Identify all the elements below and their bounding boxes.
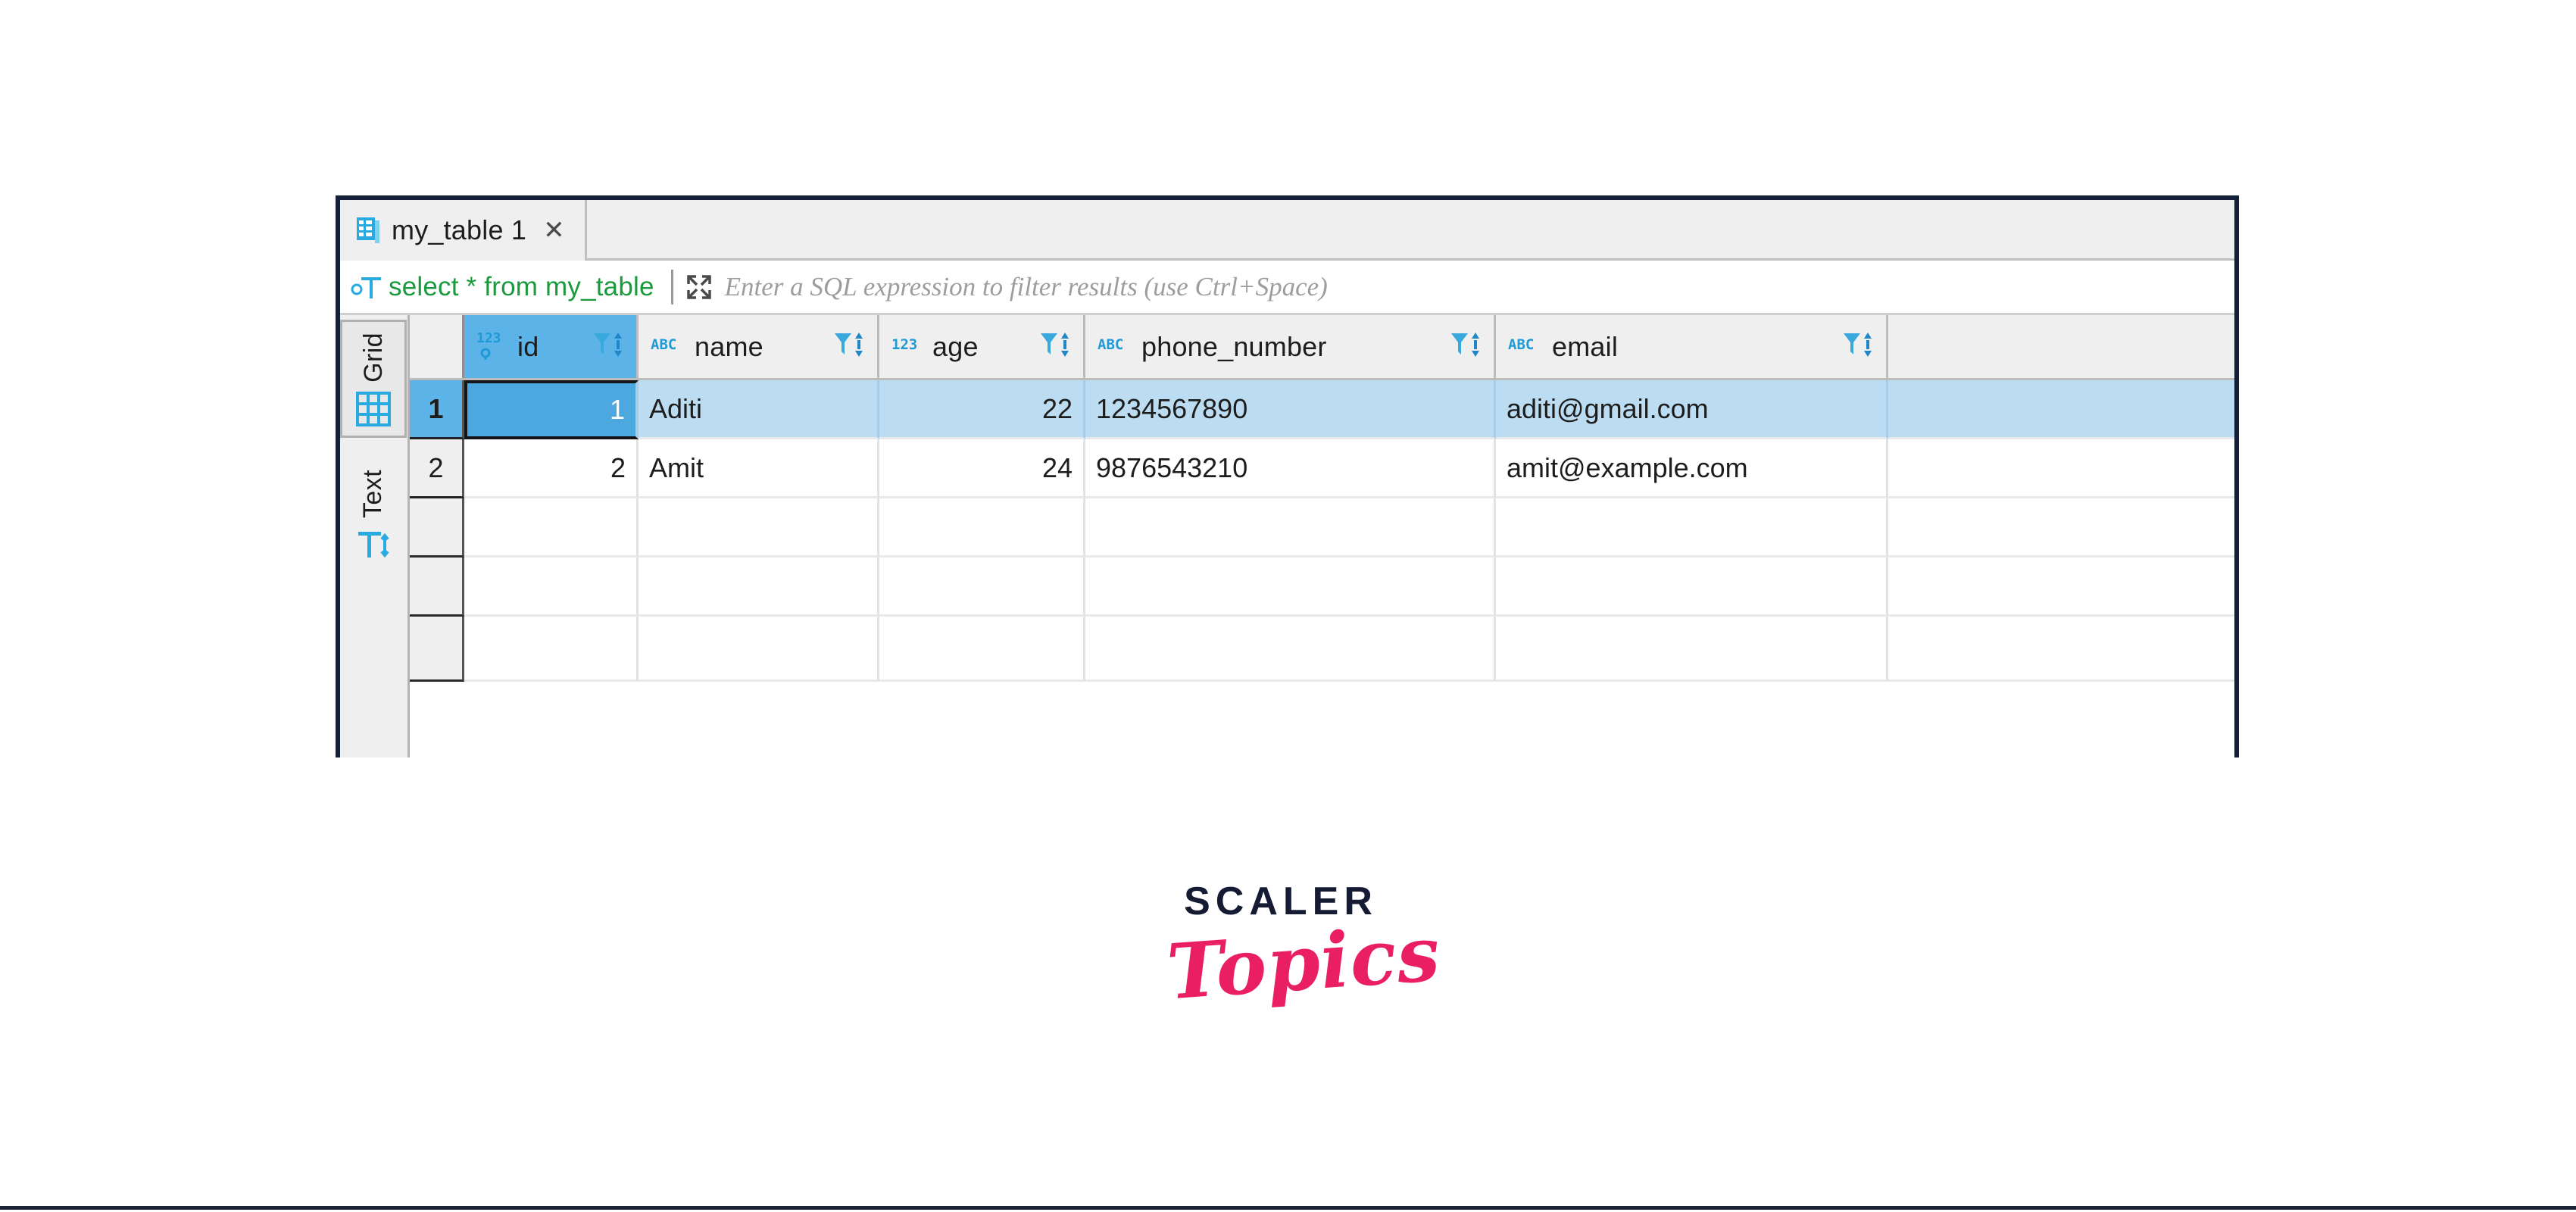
cell-age[interactable]: 24: [879, 439, 1085, 498]
filter-sort-icon[interactable]: [1842, 330, 1875, 364]
cell-empty: [639, 558, 879, 617]
cell-empty: [1085, 498, 1496, 558]
table-row[interactable]: 1 1 Aditi 22 1234567890 aditi@gmail.com: [410, 380, 2234, 439]
page-root: my_table 1 ✕ select * from my_table Ente…: [0, 0, 2576, 1212]
row-number-empty: [410, 558, 464, 617]
123-icon: 123: [891, 336, 925, 358]
column-header-label: id: [517, 330, 539, 362]
abc-icon: ABC: [651, 336, 687, 358]
cell-empty: [879, 558, 1085, 617]
column-header-email[interactable]: ABC email: [1496, 315, 1888, 378]
editor-tab-strip: my_table 1 ✕: [340, 200, 2234, 261]
tab-my-table-1[interactable]: my_table 1 ✕: [340, 200, 587, 261]
svg-text:ABC: ABC: [1098, 336, 1123, 353]
filter-sort-icon[interactable]: [1450, 330, 1483, 364]
column-header-label: email: [1552, 330, 1619, 362]
filter-expression-input[interactable]: Enter a SQL expression to filter results…: [725, 272, 1328, 302]
presentation-tab-text-label: Text: [358, 469, 387, 518]
filter-query-text[interactable]: select * from my_table: [389, 272, 654, 302]
text-icon: [355, 527, 390, 562]
column-header-label: phone_number: [1141, 330, 1327, 362]
empty-row: [410, 558, 2234, 617]
cell-empty: [639, 498, 879, 558]
column-header-label: age: [932, 330, 979, 362]
presentation-tabs: Grid Text: [340, 315, 410, 758]
cell-age[interactable]: 22: [879, 380, 1085, 439]
grid-rows: 1 1 Aditi 22 1234567890 aditi@gmail.com 2 2 Amit…: [410, 380, 2234, 682]
cell-empty: [1085, 558, 1496, 617]
data-grid: 123 id ABC name 123 age ABC phone_number ABC emai…: [410, 315, 2234, 758]
result-body: Grid Text 123 id ABC name 123 age ABC ph…: [340, 315, 2234, 758]
logo-secondary-text: Topics: [1164, 908, 1444, 1017]
cell-empty: [1496, 617, 1888, 682]
grid-icon: [356, 391, 391, 426]
cell-empty: [464, 498, 639, 558]
column-header-name[interactable]: ABC name: [639, 315, 879, 378]
cell-email[interactable]: amit@example.com: [1496, 439, 1888, 498]
expand-icon[interactable]: [685, 273, 713, 301]
cell-email[interactable]: aditi@gmail.com: [1496, 380, 1888, 439]
column-header-label: name: [695, 330, 763, 362]
scaler-topics-logo: SCALER Topics: [1164, 879, 1443, 1017]
cell-filler: [1888, 617, 2234, 682]
filter-sort-icon[interactable]: [1039, 330, 1073, 364]
grid-header-row: 123 id ABC name 123 age ABC phone_number ABC emai…: [410, 315, 2234, 380]
gutter-header: [410, 315, 464, 378]
column-header-age[interactable]: 123 age: [879, 315, 1085, 378]
filter-sort-icon[interactable]: [592, 330, 626, 364]
cell-id[interactable]: 1: [464, 380, 639, 439]
cell-filler: [1888, 439, 2234, 498]
cell-empty: [1085, 617, 1496, 682]
cell-empty: [1496, 558, 1888, 617]
abc-icon: ABC: [1508, 336, 1544, 358]
row-number-empty: [410, 498, 464, 558]
text-filter-icon: [351, 274, 382, 300]
filter-sort-icon[interactable]: [833, 330, 866, 364]
presentation-tab-grid-label: Grid: [358, 333, 388, 383]
cell-empty: [879, 617, 1085, 682]
cell-phone_number[interactable]: 1234567890: [1085, 380, 1496, 439]
svg-text:123: 123: [476, 330, 501, 346]
cell-empty: [639, 617, 879, 682]
column-header-filler: [1888, 315, 2234, 378]
empty-row: [410, 498, 2234, 558]
result-panel: my_table 1 ✕ select * from my_table Ente…: [336, 195, 2239, 758]
abc-icon: ABC: [1098, 336, 1134, 358]
row-number-empty: [410, 617, 464, 682]
filter-bar: select * from my_table Enter a SQL expre…: [340, 261, 2234, 315]
cell-empty: [464, 558, 639, 617]
presentation-tab-text[interactable]: Text: [340, 459, 405, 571]
123-key-icon: 123: [476, 330, 510, 364]
cell-empty: [1496, 498, 1888, 558]
svg-text:123: 123: [891, 336, 917, 353]
empty-row: [410, 617, 2234, 682]
cell-filler: [1888, 498, 2234, 558]
cell-empty: [879, 498, 1085, 558]
close-icon[interactable]: ✕: [543, 217, 565, 243]
cell-empty: [464, 617, 639, 682]
cell-filler: [1888, 558, 2234, 617]
row-number[interactable]: 1: [410, 380, 464, 439]
page-bottom-rule: [0, 1206, 2576, 1210]
table-row[interactable]: 2 2 Amit 24 9876543210 amit@example.com: [410, 439, 2234, 498]
column-header-id[interactable]: 123 id: [464, 315, 639, 378]
svg-text:ABC: ABC: [651, 336, 676, 353]
cell-filler: [1888, 380, 2234, 439]
presentation-tab-grid[interactable]: Grid: [340, 320, 407, 438]
filter-divider: [670, 269, 673, 305]
cell-phone_number[interactable]: 9876543210: [1085, 439, 1496, 498]
cell-name[interactable]: Aditi: [639, 380, 879, 439]
svg-text:ABC: ABC: [1508, 336, 1534, 353]
cell-id[interactable]: 2: [464, 439, 639, 498]
cell-name[interactable]: Amit: [639, 439, 879, 498]
row-number[interactable]: 2: [410, 439, 464, 498]
table-icon: [357, 217, 379, 243]
column-header-phone_number[interactable]: ABC phone_number: [1085, 315, 1496, 378]
tab-label: my_table 1: [392, 214, 527, 245]
